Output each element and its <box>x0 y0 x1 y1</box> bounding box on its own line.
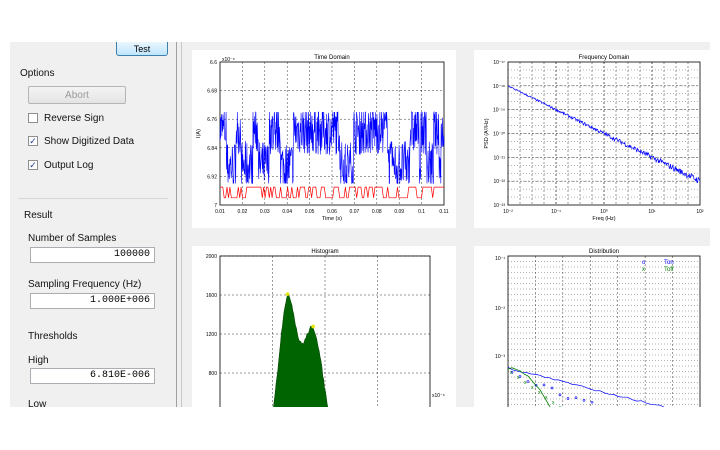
low-threshold-label: Low <box>28 399 47 407</box>
high-threshold-label: High <box>28 355 49 366</box>
x-tick-label: 0.03 <box>260 209 270 215</box>
y-tick-label: 10⁻²⁰ <box>493 132 505 138</box>
y-tick-label: 10⁻³ <box>495 354 505 360</box>
reverse-sign-label: Reverse Sign <box>44 112 105 124</box>
peak-marker <box>311 324 315 329</box>
chart-title: Distribution <box>589 249 619 255</box>
frequency-domain-chart: Frequency Domain 10⁻¹⁷ 10⁻¹⁸ 10⁻¹⁹ 10⁻²⁰ 10⁻²… <box>484 55 704 222</box>
chart-title: Time Domain <box>314 55 349 61</box>
x-tick-label: 0.01 <box>215 209 225 215</box>
app-window: Test Options Abort Reverse Sign ✓ Show D… <box>10 42 710 407</box>
y-tick-label: 10⁻²¹ <box>493 155 505 161</box>
y-tick-label: 6.6 <box>210 60 217 66</box>
x-exponent-label: x10⁻⁶ <box>432 393 445 399</box>
legend-entry-toff: Toff <box>664 267 674 273</box>
checkmark-icon: ✓ <box>28 135 38 146</box>
left-control-panel: Test Options Abort Reverse Sign ✓ Show D… <box>10 42 177 407</box>
x-tick-label: 0.02 <box>238 209 248 215</box>
x-tick-label: 0.09 <box>394 209 404 215</box>
x-tick-label: 0.05 <box>305 209 315 215</box>
chart-title: Frequency Domain <box>579 55 630 61</box>
x-tick-label: 0.07 <box>350 209 360 215</box>
x-tick-label: 10² <box>696 209 704 215</box>
y-tick-label: 10⁻¹ <box>495 256 505 262</box>
y-tick-label: 10⁻²² <box>493 179 505 185</box>
num-samples-label: Number of Samples <box>28 233 117 244</box>
y-tick-label: 10⁻¹⁹ <box>493 108 505 114</box>
reverse-sign-checkbox[interactable]: Reverse Sign <box>28 111 104 125</box>
result-group-label: Result <box>24 210 53 221</box>
options-group-label: Options <box>20 68 55 79</box>
test-button[interactable]: Test <box>116 42 168 56</box>
output-log-label: Output Log <box>44 159 94 171</box>
y-tick-label: 6.92 <box>207 174 217 180</box>
x-tick-label: 10⁻¹ <box>551 209 561 215</box>
x-tick-label: 0.08 <box>372 209 382 215</box>
time-domain-panel: Time Domain 6.6 6.68 6.76 6.84 6.92 7 0.01 0.02 0… <box>192 50 456 228</box>
peak-marker <box>285 292 290 296</box>
distribution-panel: Distribution 10⁻¹ 10⁻² 10⁻³ o Ton x Toff x x x x x x x… <box>474 246 710 407</box>
y-tick-label: 6.84 <box>207 146 217 152</box>
y-exponent-label: x10⁻⁶ <box>222 57 235 63</box>
checkmark-icon: ✓ <box>28 159 38 170</box>
legend-marker: x <box>642 267 645 273</box>
sampling-frequency-label: Sampling Frequency (Hz) <box>28 279 142 290</box>
show-digitized-data-label: Show Digitized Data <box>44 135 135 147</box>
y-axis-label: I(A) <box>196 129 202 138</box>
x-tick-label: 10¹ <box>648 209 656 215</box>
legend-entry-ton: Ton <box>664 260 674 266</box>
y-tick-label: 1200 <box>206 332 217 338</box>
distribution-chart: Distribution10⁻¹10⁻²10⁻³o Tonx Toffxxxxxxx… <box>495 249 701 407</box>
time-domain-chart: Time Domain6.66.686.766.846.9270.01 0.02 0… <box>196 55 449 222</box>
x-tick-label: 0.1 <box>418 209 425 215</box>
divider <box>18 198 168 199</box>
abort-button[interactable]: Abort <box>28 86 126 104</box>
y-tick-label: 10⁻² <box>495 306 505 312</box>
y-tick-label: 1600 <box>206 293 217 299</box>
x-tick-label: 0.11 <box>439 209 449 215</box>
histogram-chart: Histogram200016001200800400x10⁻⁶ <box>206 249 445 407</box>
x-tick-label: 0.04 <box>282 209 292 215</box>
y-tick-label: 800 <box>209 371 218 377</box>
x-tick-label: 10⁻² <box>503 209 513 215</box>
show-digitized-data-checkbox[interactable]: ✓ Show Digitized Data <box>28 134 134 148</box>
checkbox-box <box>28 113 38 123</box>
x-tick-label: 0.06 <box>327 209 337 215</box>
output-log-checkbox[interactable]: ✓ Output Log <box>28 158 93 172</box>
frequency-domain-panel: Frequency Domain 10⁻¹⁷ 10⁻¹⁸ 10⁻¹⁹ 10⁻²⁰ 10⁻²… <box>474 50 710 228</box>
x-axis-label: Freq (Hz) <box>592 216 615 222</box>
sampling-frequency-field[interactable]: 1.000E+006 <box>30 293 155 309</box>
y-axis-label: PSD (A²/Hz) <box>484 118 490 148</box>
num-samples-field[interactable]: 100000 <box>30 247 155 263</box>
y-tick-label: 10⁻¹⁸ <box>493 84 505 90</box>
x-tick-label: 10⁰ <box>600 209 608 215</box>
y-tick-label: 6.76 <box>207 117 217 123</box>
y-tick-label: 6.68 <box>207 89 217 95</box>
plot-area: Time Domain 6.6 6.68 6.76 6.84 6.92 7 0.01 0.02 0… <box>182 42 710 407</box>
y-tick-label: 2000 <box>206 254 217 260</box>
thresholds-label: Thresholds <box>28 331 78 342</box>
histogram-panel: Histogram200016001200800400x10⁻⁶ <box>192 246 456 407</box>
y-tick-label: 10⁻¹⁷ <box>493 60 505 66</box>
chart-title: Histogram <box>311 249 338 255</box>
x-axis-label: Time (s) <box>322 216 342 222</box>
high-threshold-field[interactable]: 6.810E-006 <box>30 368 155 384</box>
